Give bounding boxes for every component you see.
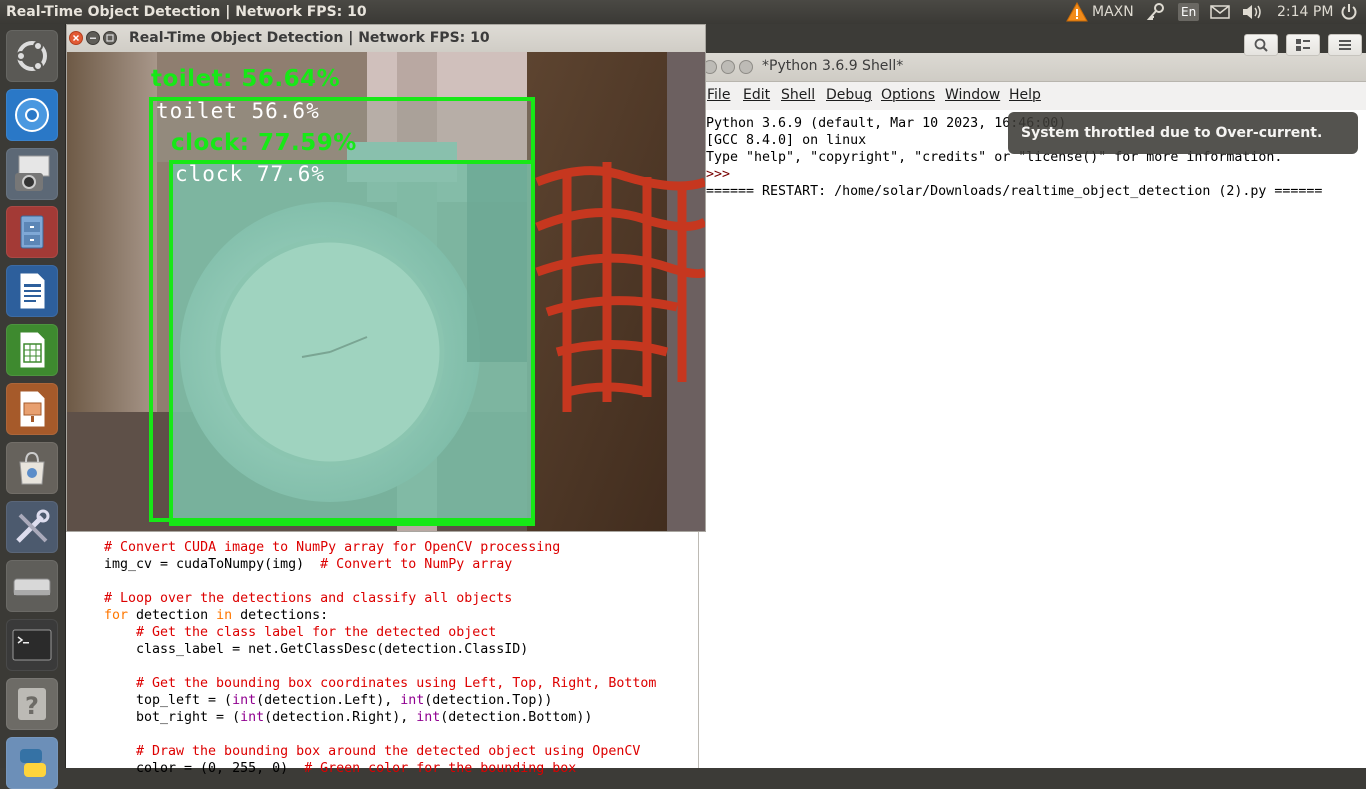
menu-window[interactable]: Window bbox=[945, 87, 1000, 103]
search-icon[interactable] bbox=[1244, 34, 1278, 56]
menu-options[interactable]: Options bbox=[881, 87, 935, 103]
view-toggle-icon[interactable] bbox=[1286, 34, 1320, 56]
launcher: ? bbox=[0, 24, 66, 789]
code-token: color = (0, 255, 0) bbox=[136, 761, 305, 776]
warning-icon[interactable] bbox=[1066, 0, 1088, 24]
code-token: (detection.Left), bbox=[256, 693, 401, 708]
python-shell-window: *Python 3.6.9 Shell* File Edit Shell Deb… bbox=[698, 53, 1366, 768]
throttle-notification: System throttled due to Over-current. bbox=[1008, 112, 1358, 154]
detection-titlebar[interactable]: Real-Time Object Detection | Network FPS… bbox=[67, 25, 705, 52]
clock-label: 2:14 PM bbox=[1277, 4, 1334, 20]
menu-debug[interactable]: Debug bbox=[826, 87, 872, 103]
python-icon[interactable] bbox=[6, 737, 58, 789]
code-token: # Convert to NumPy array bbox=[320, 557, 513, 572]
volume-icon[interactable] bbox=[1241, 0, 1263, 24]
ubuntu-dash-icon[interactable] bbox=[6, 30, 58, 82]
impress-icon[interactable] bbox=[6, 383, 58, 435]
code-token: # Green color for the bounding box bbox=[304, 761, 577, 776]
background-window-toolbar bbox=[1244, 34, 1366, 56]
detection-label-top: toilet: 56.64% bbox=[151, 66, 341, 92]
code-token: # Get the class label for the detected o… bbox=[136, 625, 497, 640]
code-token: # Draw the bounding box around the detec… bbox=[136, 744, 641, 759]
menu-shell[interactable]: Shell bbox=[781, 87, 815, 103]
code-line: class_label = net.GetClassDesc(detection… bbox=[136, 641, 528, 658]
code-token: # Convert CUDA image to NumPy array for … bbox=[104, 540, 561, 555]
power-mode-label: MAXN bbox=[1092, 4, 1134, 20]
code-token: in bbox=[216, 608, 233, 623]
code-token: # Loop over the detections and classify … bbox=[104, 591, 513, 606]
shell-prompt: >>> bbox=[706, 167, 739, 182]
code-token: (detection.Bottom)) bbox=[440, 710, 593, 725]
code-token: int bbox=[416, 710, 441, 725]
power-icon[interactable] bbox=[1340, 0, 1358, 24]
code-line: top_left = (int(detection.Left), int(det… bbox=[136, 692, 552, 709]
code-line: # Draw the bounding box around the detec… bbox=[136, 743, 640, 760]
code-token: img_cv = cudaToNumpy(img) bbox=[104, 557, 321, 572]
active-window-title: Real-Time Object Detection | Network FPS… bbox=[6, 4, 367, 20]
code-line: for detection in detections: bbox=[104, 607, 328, 624]
menu-icon[interactable] bbox=[1328, 34, 1362, 56]
clock[interactable]: 2:14 PM bbox=[1277, 0, 1333, 24]
maximize-icon[interactable] bbox=[739, 60, 753, 74]
shell-line: ====== RESTART: /home/solar/Downloads/re… bbox=[706, 184, 1323, 199]
menu-file[interactable]: File bbox=[707, 87, 730, 103]
svg-text:?: ? bbox=[25, 692, 39, 720]
top-panel: Real-Time Object Detection | Network FPS… bbox=[0, 0, 1366, 24]
camera-feed: toilet: 56.64% toilet 56.6% clock: 77.59… bbox=[67, 52, 705, 531]
code-line: # Loop over the detections and classify … bbox=[104, 590, 512, 607]
mail-icon[interactable] bbox=[1210, 0, 1230, 24]
code-line: # Get the class label for the detected o… bbox=[136, 624, 496, 641]
close-icon[interactable] bbox=[69, 31, 83, 45]
code-token: # Get the bounding box coordinates using… bbox=[136, 676, 657, 691]
code-line: # Get the bounding box coordinates using… bbox=[136, 675, 656, 692]
minimize-icon[interactable] bbox=[721, 60, 735, 74]
power-mode-indicator[interactable]: MAXN bbox=[1092, 0, 1134, 24]
code-token: int bbox=[400, 693, 425, 708]
notification-text: System throttled due to Over-current. bbox=[1021, 125, 1323, 141]
help-icon[interactable]: ? bbox=[6, 678, 58, 730]
code-token: detection bbox=[128, 608, 217, 623]
detection-label-top: clock: 77.59% bbox=[171, 130, 357, 156]
code-token: class_label = net.GetClassDesc(detection… bbox=[136, 642, 529, 657]
drive-icon[interactable] bbox=[6, 560, 58, 612]
code-line: # Convert CUDA image to NumPy array for … bbox=[104, 539, 560, 556]
detection-label-inner: clock 77.6% bbox=[175, 162, 326, 186]
system-tools-icon[interactable] bbox=[6, 501, 58, 553]
code-token: detections: bbox=[232, 608, 329, 623]
code-line: img_cv = cudaToNumpy(img) # Convert to N… bbox=[104, 556, 512, 573]
minimize-icon[interactable] bbox=[86, 31, 100, 45]
keyboard-layout-indicator[interactable]: En bbox=[1178, 0, 1200, 24]
chromium-icon[interactable] bbox=[6, 89, 58, 141]
menu-help[interactable]: Help bbox=[1009, 87, 1041, 103]
software-center-icon[interactable] bbox=[6, 442, 58, 494]
code-token: for bbox=[104, 608, 129, 623]
code-token: int bbox=[240, 710, 265, 725]
code-editor[interactable]: # Convert CUDA image to NumPy array for … bbox=[66, 531, 698, 776]
maximize-icon[interactable] bbox=[103, 31, 117, 45]
terminal-icon[interactable] bbox=[6, 619, 58, 671]
bluetooth-key-icon[interactable] bbox=[1146, 0, 1166, 24]
code-token: (detection.Top)) bbox=[424, 693, 553, 708]
calc-icon[interactable] bbox=[6, 324, 58, 376]
writer-icon[interactable] bbox=[6, 265, 58, 317]
code-line: bot_right = (int(detection.Right), int(d… bbox=[136, 709, 592, 726]
detection-window-title: Real-Time Object Detection | Network FPS… bbox=[129, 30, 490, 46]
shell-titlebar[interactable]: *Python 3.6.9 Shell* bbox=[699, 53, 1366, 82]
code-token: (detection.Right), bbox=[264, 710, 417, 725]
menu-edit[interactable]: Edit bbox=[743, 87, 770, 103]
keyboard-layout-label: En bbox=[1178, 3, 1200, 21]
file-manager-icon[interactable] bbox=[6, 206, 58, 258]
code-token: bot_right = ( bbox=[136, 710, 241, 725]
code-line: color = (0, 255, 0) # Green color for th… bbox=[136, 760, 576, 777]
shell-window-title: *Python 3.6.9 Shell* bbox=[762, 58, 904, 74]
code-token: int bbox=[232, 693, 257, 708]
camera-image bbox=[67, 52, 705, 531]
screenshot-app-icon[interactable] bbox=[6, 148, 58, 200]
shell-menubar: File Edit Shell Debug Options Window Hel… bbox=[699, 82, 1366, 110]
code-token: top_left = ( bbox=[136, 693, 233, 708]
detection-label-inner: toilet 56.6% bbox=[156, 99, 320, 123]
detection-window: Real-Time Object Detection | Network FPS… bbox=[66, 24, 706, 532]
